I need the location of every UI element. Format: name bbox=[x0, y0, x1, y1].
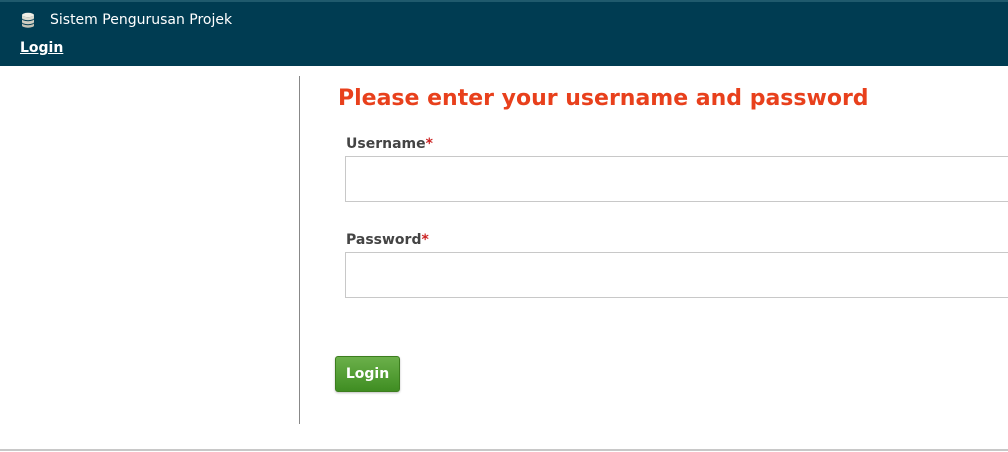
password-label: Password* bbox=[346, 232, 429, 248]
username-field[interactable] bbox=[345, 156, 1008, 202]
login-button[interactable]: Login bbox=[335, 356, 400, 392]
username-label: Username* bbox=[346, 136, 433, 152]
password-label-text: Password bbox=[346, 232, 422, 248]
password-field[interactable] bbox=[345, 252, 1008, 298]
required-marker: * bbox=[425, 136, 433, 152]
username-label-text: Username bbox=[346, 136, 426, 152]
login-panel: Please enter your username and password … bbox=[300, 66, 1008, 446]
top-navbar: Sistem Pengurusan Projek Login bbox=[0, 0, 1008, 66]
database-stack-icon bbox=[20, 12, 36, 28]
required-marker: * bbox=[421, 232, 429, 248]
footer-divider bbox=[0, 449, 1008, 451]
brand: Sistem Pengurusan Projek bbox=[20, 12, 232, 28]
app-title: Sistem Pengurusan Projek bbox=[50, 12, 233, 28]
page-title: Please enter your username and password bbox=[338, 86, 869, 111]
nav-login-link[interactable]: Login bbox=[20, 40, 63, 56]
